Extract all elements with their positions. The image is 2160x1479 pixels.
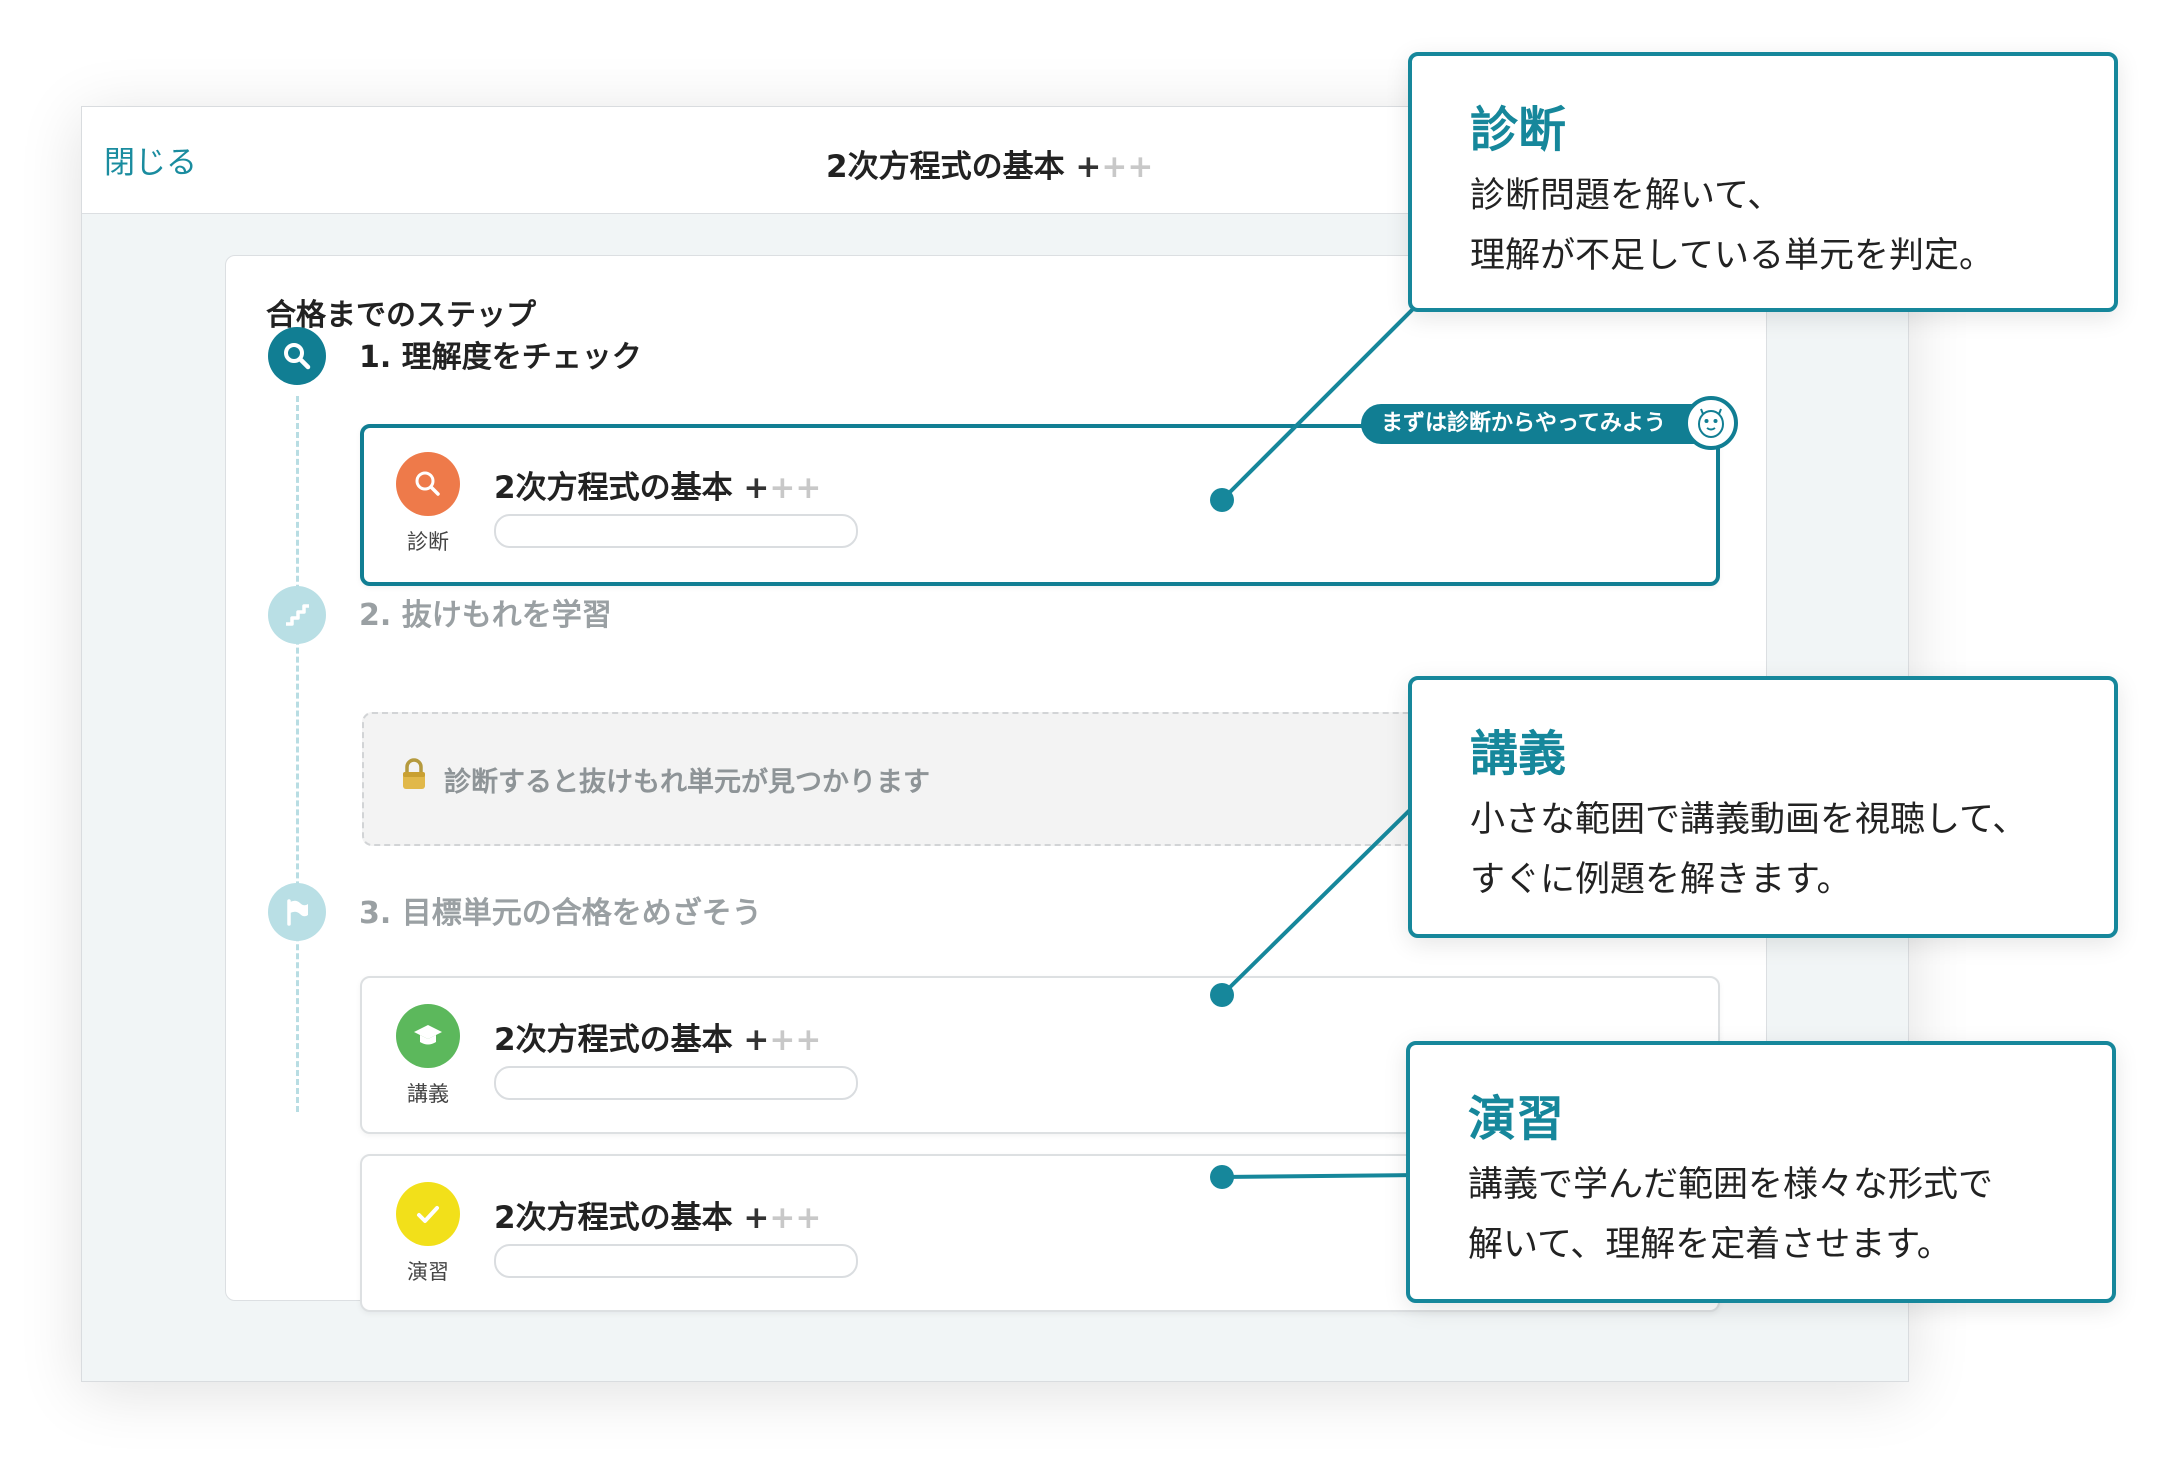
timeline-line xyxy=(296,396,299,1112)
callout-line: 解いて、理解を定着させます。 xyxy=(1468,1225,1952,1265)
item-title: 2次方程式の基本 +++ xyxy=(494,1192,821,1237)
item-title: 2次方程式の基本 +++ xyxy=(494,1014,821,1059)
level-plus-inactive: ++ xyxy=(1101,149,1154,185)
mascot-icon xyxy=(1684,396,1738,450)
page-title-text: 2次方程式の基本 xyxy=(826,149,1065,185)
step3-flag-icon xyxy=(268,883,326,941)
callout-description: 診断問題を解いて、 理解が不足している単元を判定。 xyxy=(1470,166,1994,286)
callout-title: 診断 xyxy=(1470,102,1567,158)
progress-bar xyxy=(494,1244,858,1278)
level-plus-inactive: ++ xyxy=(769,1022,822,1058)
hint-pill: まずは診断からやってみよう xyxy=(1361,404,1716,444)
step1-label: 1. 理解度をチェック xyxy=(359,340,642,375)
callout-description: 小さな範囲で講義動画を視聴して、 すぐに例題を解きます。 xyxy=(1470,790,2027,910)
step1-search-icon xyxy=(268,327,326,385)
callout-lecture: 講義 小さな範囲で講義動画を視聴して、 すぐに例題を解きます。 xyxy=(1408,676,2118,938)
level-plus-active: + xyxy=(743,470,770,506)
level-plus-active: + xyxy=(1075,149,1102,185)
item-title-text: 2次方程式の基本 xyxy=(494,1200,733,1236)
callout-line: 講義で学んだ範囲を様々な形式で xyxy=(1468,1165,1994,1205)
lock-icon xyxy=(400,758,428,794)
step3-label: 3. 目標単元の合格をめざそう xyxy=(359,896,762,931)
callout-exercise: 演習 講義で学んだ範囲を様々な形式で 解いて、理解を定着させます。 xyxy=(1406,1041,2116,1303)
item-title-text: 2次方程式の基本 xyxy=(494,470,733,506)
item-title: 2次方程式の基本 +++ xyxy=(494,462,821,507)
callout-line: すぐに例題を解きます。 xyxy=(1470,860,1852,900)
close-link[interactable]: 閉じる xyxy=(104,137,197,182)
item-title-text: 2次方程式の基本 xyxy=(494,1022,733,1058)
progress-bar xyxy=(494,1066,858,1100)
steps-section-title: 合格までのステップ xyxy=(266,298,536,333)
level-plus-inactive: ++ xyxy=(769,1200,822,1236)
step2-label: 2. 抜けもれを学習 xyxy=(359,598,612,633)
level-plus-inactive: ++ xyxy=(769,470,822,506)
diagnosis-item-card[interactable]: 診断 2次方程式の基本 +++ xyxy=(360,424,1720,586)
diagnosis-search-icon xyxy=(396,452,460,516)
level-plus-active: + xyxy=(743,1200,770,1236)
graduation-cap-icon xyxy=(396,1004,460,1068)
item-type-label: 診断 xyxy=(407,530,449,554)
item-type-label: 講義 xyxy=(407,1082,449,1106)
locked-message: 診断すると抜けもれ単元が見つかります xyxy=(444,767,930,798)
callout-line: 診断問題を解いて、 xyxy=(1470,176,1783,216)
callout-diagnosis: 診断 診断問題を解いて、 理解が不足している単元を判定。 xyxy=(1408,52,2118,312)
progress-bar xyxy=(494,514,858,548)
check-icon xyxy=(396,1182,460,1246)
callout-description: 講義で学んだ範囲を様々な形式で 解いて、理解を定着させます。 xyxy=(1468,1155,1993,1275)
callout-title: 演習 xyxy=(1468,1091,1565,1147)
page-title: 2次方程式の基本 +++ xyxy=(826,141,1153,186)
callout-line: 小さな範囲で講義動画を視聴して、 xyxy=(1470,800,2028,840)
level-plus-active: + xyxy=(743,1022,770,1058)
item-type-label: 演習 xyxy=(407,1260,449,1284)
callout-line: 理解が不足している単元を判定。 xyxy=(1470,236,1994,276)
callout-title: 講義 xyxy=(1470,726,1567,782)
step2-stairs-icon xyxy=(268,586,326,644)
